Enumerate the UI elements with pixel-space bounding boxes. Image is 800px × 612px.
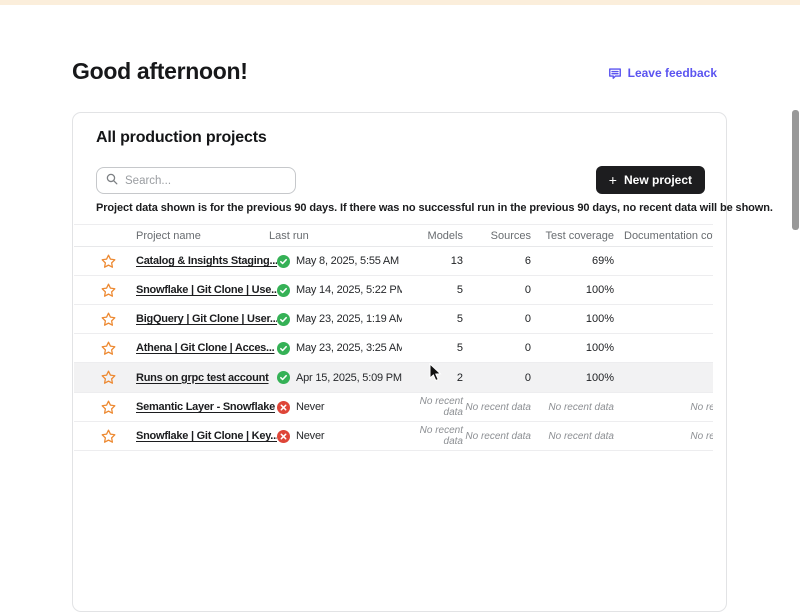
vertical-scrollbar-thumb[interactable] <box>792 110 799 230</box>
projects-card: All production projects + New project Pr… <box>72 112 727 612</box>
star-icon <box>101 370 116 385</box>
documentation-coverage-value: No recent data <box>614 431 713 442</box>
table-row[interactable]: Semantic Layer - Snowflake Never No rece… <box>74 393 713 422</box>
sources-count: 0 <box>463 284 531 296</box>
column-header-models: Models <box>402 230 463 242</box>
test-coverage-value: 69% <box>531 255 614 267</box>
sources-count: 0 <box>463 342 531 354</box>
project-link[interactable]: Snowflake | Git Clone | Key... <box>136 430 277 442</box>
table-row[interactable]: BigQuery | Git Clone | User... May 23, 2… <box>74 305 713 334</box>
last-run-date: Never <box>296 430 324 442</box>
test-coverage-value: No recent data <box>531 431 614 442</box>
table-row[interactable]: Snowflake | Git Clone | Use... May 14, 2… <box>74 276 713 305</box>
favorite-star-button[interactable] <box>101 370 116 385</box>
card-title: All production projects <box>96 129 267 147</box>
column-header-documentation-coverage: Documentation coverage <box>614 230 713 242</box>
models-count: 13 <box>402 255 463 267</box>
project-link[interactable]: Catalog & Insights Staging... <box>136 255 277 267</box>
models-count: 5 <box>402 284 463 296</box>
favorite-star-button[interactable] <box>101 254 116 269</box>
models-count: 5 <box>402 313 463 325</box>
dashboard-page: { "page": { "greeting": "Good afternoon!… <box>0 0 800 450</box>
models-count: No recent data <box>402 396 463 418</box>
sources-count: 0 <box>463 372 531 384</box>
last-run-date: May 8, 2025, 5:55 AM BST <box>296 255 402 267</box>
success-status-icon <box>277 313 290 326</box>
documentation-coverage-value: No recent data <box>614 402 713 413</box>
sources-count: No recent data <box>463 402 531 413</box>
table-row[interactable]: Athena | Git Clone | Acces... May 23, 20… <box>74 334 713 363</box>
plus-icon: + <box>609 173 617 187</box>
sources-count: 6 <box>463 255 531 267</box>
project-link[interactable]: Runs on grpc test account <box>136 372 269 384</box>
models-count: No recent data <box>402 425 463 447</box>
favorite-star-button[interactable] <box>101 341 116 356</box>
project-link[interactable]: Snowflake | Git Clone | Use... <box>136 284 277 296</box>
column-header-last-run: Last run <box>269 230 394 242</box>
search-icon <box>106 172 118 190</box>
table-row-hovered[interactable]: Runs on grpc test account Apr 15, 2025, … <box>74 363 713 393</box>
star-icon <box>101 341 116 356</box>
error-status-icon <box>277 430 290 443</box>
star-icon <box>101 429 116 444</box>
sources-count: 0 <box>463 313 531 325</box>
column-header-test-coverage: Test coverage <box>531 230 614 242</box>
new-project-button[interactable]: + New project <box>596 166 705 194</box>
last-run-date: Never <box>296 401 324 413</box>
test-coverage-value: 100% <box>531 313 614 325</box>
test-coverage-value: 100% <box>531 372 614 384</box>
search-input[interactable] <box>125 175 286 187</box>
last-run-date: May 23, 2025, 3:25 AM BST <box>296 342 402 354</box>
page-title: Good afternoon! <box>72 58 248 85</box>
search-box[interactable] <box>96 167 296 194</box>
project-link[interactable]: Athena | Git Clone | Acces... <box>136 342 274 354</box>
data-range-notice: Project data shown is for the previous 9… <box>96 202 711 214</box>
test-coverage-value: 100% <box>531 342 614 354</box>
success-status-icon <box>277 371 290 384</box>
success-status-icon <box>277 342 290 355</box>
feedback-label: Leave feedback <box>628 66 717 80</box>
models-count: 2 <box>402 372 463 384</box>
feedback-bubble-icon <box>608 66 622 80</box>
table-header-row: Project name Last run Models Sources Tes… <box>74 224 713 247</box>
models-count: 5 <box>402 342 463 354</box>
star-icon <box>101 400 116 415</box>
last-run-date: May 14, 2025, 5:22 PM BST <box>296 284 402 296</box>
project-link[interactable]: BigQuery | Git Clone | User... <box>136 313 277 325</box>
success-status-icon <box>277 284 290 297</box>
project-link[interactable]: Semantic Layer - Snowflake <box>136 401 275 413</box>
last-run-date: May 23, 2025, 1:19 AM BST <box>296 313 402 325</box>
star-icon <box>101 254 116 269</box>
projects-table: Project name Last run Models Sources Tes… <box>74 224 713 451</box>
favorite-star-button[interactable] <box>101 312 116 327</box>
star-icon <box>101 283 116 298</box>
column-header-project-name: Project name <box>134 230 277 242</box>
top-accent-strip <box>0 0 800 5</box>
test-coverage-value: No recent data <box>531 402 614 413</box>
new-project-label: New project <box>624 173 692 187</box>
success-status-icon <box>277 255 290 268</box>
favorite-star-button[interactable] <box>101 400 116 415</box>
last-run-date: Apr 15, 2025, 5:09 PM BST <box>296 372 402 384</box>
favorite-star-button[interactable] <box>101 429 116 444</box>
error-status-icon <box>277 401 290 414</box>
sources-count: No recent data <box>463 431 531 442</box>
test-coverage-value: 100% <box>531 284 614 296</box>
table-row[interactable]: Snowflake | Git Clone | Key... Never No … <box>74 422 713 451</box>
column-header-sources: Sources <box>463 230 531 242</box>
star-icon <box>101 312 116 327</box>
table-row[interactable]: Catalog & Insights Staging... May 8, 202… <box>74 247 713 276</box>
favorite-star-button[interactable] <box>101 283 116 298</box>
leave-feedback-link[interactable]: Leave feedback <box>608 66 717 80</box>
